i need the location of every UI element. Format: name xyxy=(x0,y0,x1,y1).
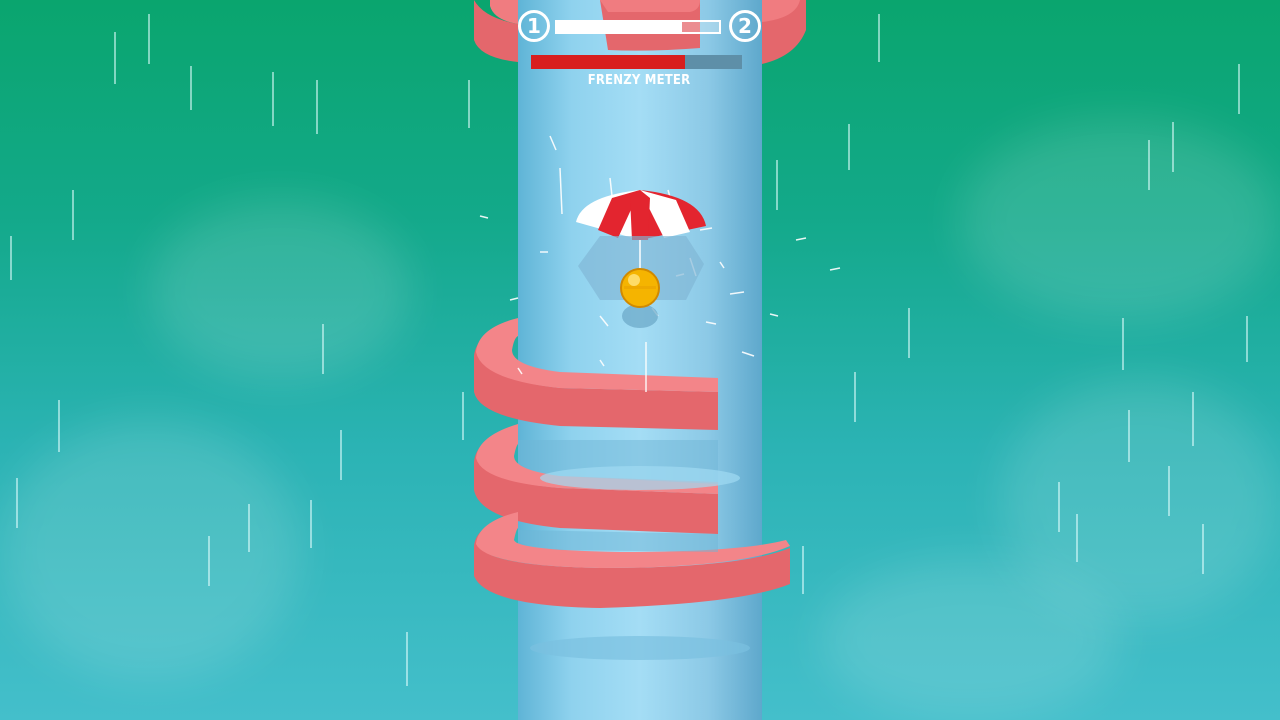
current-level-badge: 1 xyxy=(518,10,550,42)
helix-platform xyxy=(474,318,718,430)
helix-platforms xyxy=(474,0,841,660)
game-hud: 1 2 FRENZY METER xyxy=(0,0,1280,100)
next-level-badge: 2 xyxy=(729,10,761,42)
yellow-ball xyxy=(620,268,660,328)
game-scene[interactable]: 1 2 FRENZY METER xyxy=(0,0,1280,720)
level-progress-bar xyxy=(555,20,721,34)
level-progress-fill xyxy=(557,22,682,32)
frenzy-meter-label: FRENZY METER xyxy=(587,73,691,88)
frenzy-meter-bar xyxy=(531,55,742,69)
frenzy-meter-fill xyxy=(531,55,686,69)
